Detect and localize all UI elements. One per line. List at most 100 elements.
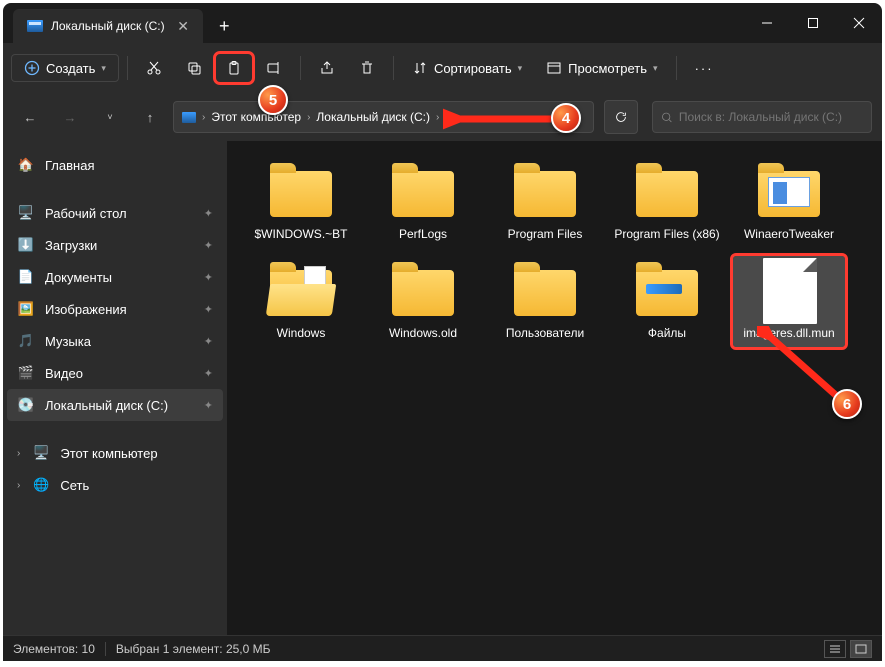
forward-button[interactable]: →	[53, 100, 87, 134]
sidebar-item-music[interactable]: 🎵 Музыка ✦	[7, 325, 223, 357]
network-icon: 🌐	[32, 476, 50, 494]
pin-icon: ✦	[204, 303, 213, 316]
chevron-right-icon[interactable]: ›	[17, 448, 20, 459]
sidebar-label: Загрузки	[45, 238, 97, 253]
sidebar-label: Этот компьютер	[60, 446, 157, 461]
item-label: imageres.dll.mun	[743, 326, 834, 341]
separator	[105, 642, 106, 656]
item-label: PerfLogs	[399, 227, 447, 242]
folder-item[interactable]: Program Files	[489, 157, 601, 248]
close-window-button[interactable]	[836, 3, 882, 43]
folder-icon	[636, 270, 698, 316]
titlebar: Локальный диск (C:) ✕ +	[3, 3, 882, 43]
view-button[interactable]: Просмотреть ▾	[536, 54, 667, 82]
sort-button[interactable]: Сортировать ▾	[402, 54, 532, 82]
documents-icon: 📄	[17, 268, 35, 286]
sidebar-label: Сеть	[60, 478, 89, 493]
search-box[interactable]	[652, 101, 872, 133]
folder-icon	[514, 171, 576, 217]
folder-icon	[270, 270, 332, 316]
items-grid: $WINDOWS.~BT PerfLogs Program FilesProgram…	[245, 157, 864, 347]
create-button[interactable]: Создать ▾	[11, 54, 119, 82]
sidebar-item-desktop[interactable]: 🖥️ Рабочий стол ✦	[7, 197, 223, 229]
item-label: Пользователи	[506, 326, 584, 341]
address-row: ← → ˅ ↑ › Этот компьютер › Локальный дис…	[3, 93, 882, 141]
folder-item[interactable]: Windows.old	[367, 256, 479, 347]
folder-icon	[514, 270, 576, 316]
sidebar-item-video[interactable]: 🎬 Видео ✦	[7, 357, 223, 389]
sidebar-label: Видео	[45, 366, 83, 381]
minimize-button[interactable]	[744, 3, 790, 43]
pin-icon: ✦	[204, 207, 213, 220]
tab-active[interactable]: Локальный диск (C:) ✕	[13, 9, 203, 43]
sidebar: 🏠 Главная 🖥️ Рабочий стол ✦⬇️ Загрузки ✦…	[3, 141, 227, 635]
delete-button[interactable]	[349, 54, 385, 82]
refresh-button[interactable]	[604, 100, 638, 134]
breadcrumb-segment[interactable]: Локальный диск (C:)	[316, 110, 430, 124]
separator	[127, 56, 128, 80]
separator	[300, 56, 301, 80]
more-button[interactable]: ···	[685, 55, 724, 82]
chevron-down-icon: ▾	[518, 63, 523, 74]
folder-item[interactable]: $WINDOWS.~BT	[245, 157, 357, 248]
folder-item[interactable]: PerfLogs	[367, 157, 479, 248]
breadcrumb[interactable]: › Этот компьютер › Локальный диск (C:) ›	[173, 101, 594, 133]
pin-icon: ✦	[204, 239, 213, 252]
close-tab-icon[interactable]: ✕	[177, 18, 189, 35]
cut-button[interactable]	[136, 54, 172, 82]
view-toggle	[824, 640, 872, 658]
rename-button[interactable]	[256, 54, 292, 82]
pin-icon: ✦	[204, 335, 213, 348]
sidebar-label: Музыка	[45, 334, 91, 349]
recent-button[interactable]: ˅	[93, 100, 127, 134]
chevron-right-icon[interactable]: ›	[307, 112, 310, 123]
details-view-button[interactable]	[824, 640, 846, 658]
back-button[interactable]: ←	[13, 100, 47, 134]
paste-button[interactable]	[216, 54, 252, 82]
folder-item[interactable]: Program Files (x86)	[611, 157, 723, 248]
sidebar-item-disk[interactable]: 💽 Локальный диск (C:) ✦	[7, 389, 223, 421]
item-label: Windows.old	[389, 326, 457, 341]
up-button[interactable]: ↑	[133, 100, 167, 134]
file-item[interactable]: imageres.dll.mun	[733, 256, 845, 347]
sidebar-home[interactable]: 🏠 Главная	[7, 149, 223, 181]
disk-icon	[182, 112, 196, 123]
view-label: Просмотреть	[568, 61, 647, 76]
item-label: Windows	[277, 326, 326, 341]
sidebar-item-network[interactable]: › 🌐 Сеть	[7, 469, 223, 501]
folder-item[interactable]: Пользователи	[489, 256, 601, 347]
sidebar-label: Главная	[45, 158, 94, 173]
sidebar-label: Документы	[45, 270, 112, 285]
content-pane[interactable]: $WINDOWS.~BT PerfLogs Program FilesProgram…	[227, 141, 882, 635]
pictures-icon: 🖼️	[17, 300, 35, 318]
sidebar-item-downloads[interactable]: ⬇️ Загрузки ✦	[7, 229, 223, 261]
folder-icon	[270, 171, 332, 217]
folder-item[interactable]: WinaeroTweaker	[733, 157, 845, 248]
chevron-right-icon[interactable]: ›	[17, 480, 20, 491]
share-button[interactable]	[309, 54, 345, 82]
pin-icon: ✦	[204, 399, 213, 412]
copy-button[interactable]	[176, 54, 212, 82]
chevron-right-icon[interactable]: ›	[436, 112, 439, 123]
folder-icon	[636, 171, 698, 217]
chevron-down-icon: ▾	[101, 63, 106, 74]
new-tab-button[interactable]: +	[219, 16, 230, 37]
folder-item[interactable]: Windows	[245, 256, 357, 347]
chevron-right-icon[interactable]: ›	[202, 112, 205, 123]
video-icon: 🎬	[17, 364, 35, 382]
body: 🏠 Главная 🖥️ Рабочий стол ✦⬇️ Загрузки ✦…	[3, 141, 882, 635]
pc-icon: 🖥️	[32, 444, 50, 462]
item-label: WinaeroTweaker	[744, 227, 834, 242]
icons-view-button[interactable]	[850, 640, 872, 658]
status-count: Элементов: 10	[13, 642, 95, 656]
sidebar-item-documents[interactable]: 📄 Документы ✦	[7, 261, 223, 293]
sidebar-item-pictures[interactable]: 🖼️ Изображения ✦	[7, 293, 223, 325]
search-input[interactable]	[679, 110, 863, 124]
breadcrumb-segment[interactable]: Этот компьютер	[211, 110, 301, 124]
pin-icon: ✦	[204, 367, 213, 380]
desktop-icon: 🖥️	[17, 204, 35, 222]
sidebar-label: Локальный диск (C:)	[45, 398, 168, 413]
maximize-button[interactable]	[790, 3, 836, 43]
sidebar-item-pc[interactable]: › 🖥️ Этот компьютер	[7, 437, 223, 469]
folder-item[interactable]: Файлы	[611, 256, 723, 347]
